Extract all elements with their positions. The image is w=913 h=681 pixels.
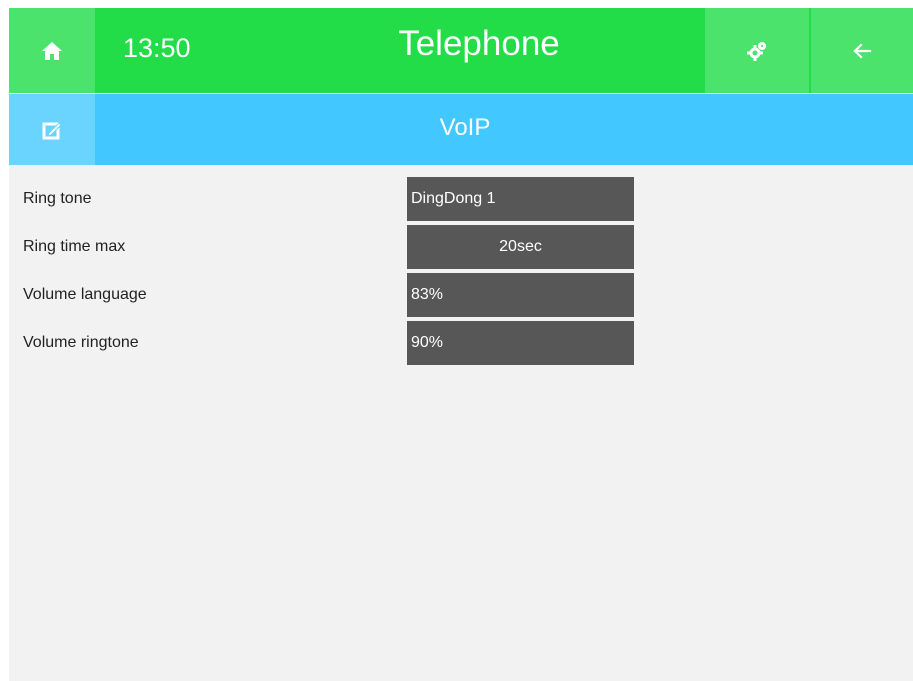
setting-row-volume-ringtone: Volume ringtone 90% bbox=[9, 321, 913, 365]
volume-language-label: Volume language bbox=[23, 286, 147, 303]
volume-ringtone-label: Volume ringtone bbox=[23, 334, 139, 351]
home-button[interactable] bbox=[9, 8, 95, 93]
back-button[interactable] bbox=[811, 8, 913, 93]
edit-icon bbox=[41, 119, 63, 141]
setting-row-ring-time-max: Ring time max 20sec bbox=[9, 225, 913, 269]
home-icon bbox=[41, 40, 63, 62]
gear-icon bbox=[746, 40, 768, 62]
clock-time: 13:50 bbox=[123, 33, 191, 63]
volume-language-value[interactable]: 83% bbox=[407, 273, 634, 317]
ring-time-max-value[interactable]: 20sec bbox=[407, 225, 634, 269]
page-title: Telephone bbox=[398, 24, 560, 63]
section-title: VoIP bbox=[439, 114, 491, 141]
setting-row-ring-tone: Ring tone DingDong 1 bbox=[9, 177, 913, 221]
volume-ringtone-value[interactable]: 90% bbox=[407, 321, 634, 365]
ring-tone-label: Ring tone bbox=[23, 190, 92, 207]
arrow-left-icon bbox=[851, 40, 873, 62]
ring-time-max-label: Ring time max bbox=[23, 238, 126, 255]
setting-row-volume-language: Volume language 83% bbox=[9, 273, 913, 317]
section-bar: VoIP bbox=[9, 94, 913, 165]
settings-button[interactable] bbox=[705, 8, 809, 93]
app-screen: 13:50 Telephone VoIP Ring tone DingDong … bbox=[9, 8, 913, 681]
edit-button[interactable] bbox=[9, 94, 95, 165]
top-bar: 13:50 Telephone bbox=[9, 8, 913, 93]
ring-tone-value[interactable]: DingDong 1 bbox=[407, 177, 634, 221]
